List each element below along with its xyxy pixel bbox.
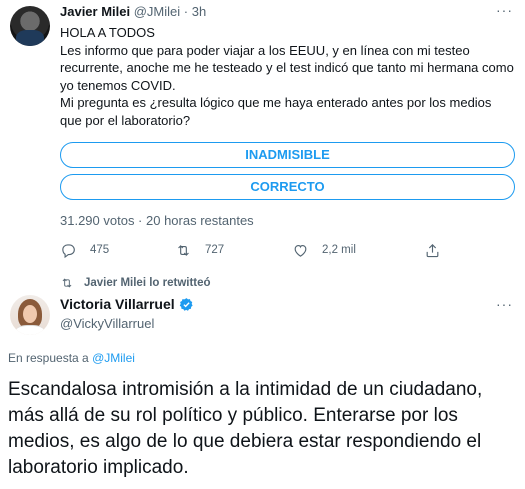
more-options-icon[interactable]: ··· [496, 2, 513, 18]
more-options-icon[interactable]: ··· [496, 296, 513, 312]
reply-button[interactable]: 475 [60, 237, 109, 263]
poll-option-correcto[interactable]: CORRECTO [60, 174, 515, 200]
share-button[interactable] [424, 237, 454, 263]
reply-to-link[interactable]: @JMilei [92, 351, 135, 365]
author-name[interactable]: Victoria Villarruel [60, 296, 175, 312]
tweet-text: Escandalosa intromisión a la intimidad d… [8, 379, 483, 478]
retweet-notice[interactable]: Javier Milei lo retwitteó [60, 276, 211, 290]
retweet-notice-text: Javier Milei lo retwitteó [84, 277, 211, 289]
like-button[interactable]: 2,2 mil [292, 237, 356, 263]
reply-prefix: En respuesta a [8, 351, 89, 365]
author-handle[interactable]: @JMilei [134, 4, 180, 19]
avatar-shirt [16, 325, 44, 335]
tweet-line: Mi pregunta es ¿resulta lógico que me ha… [60, 95, 492, 128]
author-name-row: Victoria Villarruel [60, 296, 194, 312]
author-name[interactable]: Javier Milei [60, 4, 130, 19]
avatar[interactable] [10, 6, 50, 46]
author-handle[interactable]: @VickyVillarruel [60, 316, 154, 331]
reply-context: En respuesta a @JMilei [8, 351, 135, 365]
tweet-text: HOLA A TODOS Les informo que para poder … [60, 24, 515, 129]
reply-icon [62, 243, 75, 258]
verified-badge-icon [179, 297, 193, 311]
poll-option-inadmisible[interactable]: INADMISIBLE [60, 142, 515, 168]
heart-icon [294, 244, 307, 257]
reply-count: 475 [90, 244, 110, 256]
tweet-milei[interactable]: Javier Milei @JMilei · 3h ··· HOLA A TOD… [0, 0, 525, 272]
separator: · [183, 4, 189, 19]
retweet-icon [178, 244, 189, 256]
retweet-count: 727 [205, 244, 225, 256]
avatar[interactable] [10, 295, 50, 335]
poll-meta: 31.290 votos · 20 horas restantes [60, 213, 254, 228]
tweet-line: HOLA A TODOS [60, 25, 155, 40]
tweet-line: Les informo que para poder viajar a los … [60, 42, 514, 93]
like-count: 2,2 mil [322, 244, 356, 256]
share-icon [426, 243, 439, 257]
retweet-button[interactable]: 727 [175, 237, 224, 263]
tweet-header: Javier Milei @JMilei · 3h [60, 4, 206, 19]
retweet-icon [62, 278, 72, 288]
tweet-time[interactable]: 3h [192, 4, 206, 19]
avatar-face [23, 305, 37, 323]
tweet-actions: 475 727 2,2 mil [60, 237, 460, 263]
